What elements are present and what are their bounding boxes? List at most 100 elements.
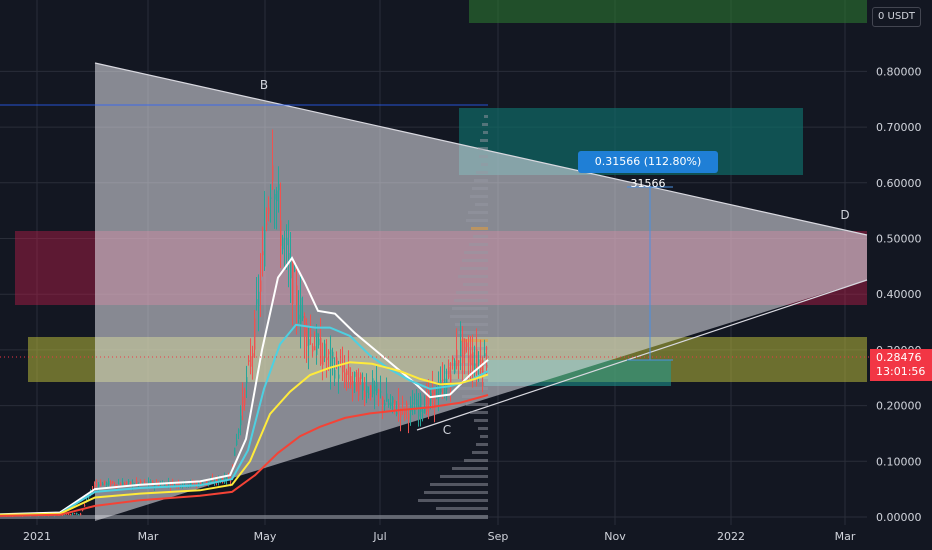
- candle-body: [84, 505, 86, 507]
- candle-body: [454, 360, 456, 373]
- candle-body: [486, 365, 488, 368]
- y-tick-label: 0.80000: [876, 65, 922, 78]
- volume-profile-bar: [484, 115, 488, 118]
- last-price: 0.28476: [876, 351, 922, 364]
- price-axis[interactable]: 0.000000.100000.200000.300000.400000.500…: [876, 65, 922, 524]
- currency-badge[interactable]: 0 USDT: [872, 7, 922, 27]
- volume-profile-bar: [483, 131, 488, 134]
- candle-body: [346, 370, 348, 375]
- candle-body: [128, 480, 130, 482]
- volume-profile-bar: [475, 203, 488, 206]
- candle-body: [122, 482, 124, 486]
- candle-body: [440, 380, 442, 393]
- candle-body: [292, 262, 294, 304]
- candle-body: [462, 337, 464, 364]
- candle-body: [98, 484, 100, 487]
- volume-profile-bar: [462, 259, 488, 262]
- candle-body: [250, 356, 252, 367]
- price-chart[interactable]: B C D 0.000000.100000.200000.300000.4000…: [0, 0, 932, 550]
- candle-body: [102, 483, 104, 486]
- volume-profile-bar: [473, 235, 488, 238]
- candle-body: [258, 291, 260, 306]
- candle-body: [352, 381, 354, 384]
- currency-label: USDT: [887, 11, 916, 22]
- candle-body: [386, 393, 388, 402]
- candle-body: [334, 369, 336, 379]
- y-tick-label: 0.00000: [876, 511, 922, 524]
- candle-body: [280, 220, 282, 246]
- candle-body: [130, 481, 132, 485]
- candle-body: [106, 482, 108, 486]
- x-tick-label: 2022: [717, 530, 745, 543]
- volume-profile-bar: [470, 195, 488, 198]
- candle-body: [330, 349, 332, 368]
- measure-badge: 0.31566 (112.80%) 31566: [578, 151, 718, 190]
- candle-body: [240, 415, 242, 426]
- x-tick-label: Mar: [138, 530, 159, 543]
- candle-body: [404, 410, 406, 415]
- volume-profile-bar: [469, 243, 488, 246]
- candle-body: [276, 190, 278, 202]
- candle-body: [372, 378, 374, 395]
- candle-body: [238, 429, 240, 433]
- candle-body: [112, 481, 114, 484]
- candle-body: [348, 366, 350, 380]
- candle-body: [416, 399, 418, 409]
- candle-body: [326, 357, 328, 361]
- candle-body: [470, 353, 472, 365]
- x-tick-label: Jul: [372, 530, 386, 543]
- candle-body: [72, 513, 74, 515]
- volume-profile-bar: [440, 475, 488, 478]
- candle-body: [320, 337, 322, 365]
- candle-body: [430, 392, 432, 400]
- candle-body: [266, 223, 268, 225]
- point-label-c: C: [443, 423, 451, 437]
- candle-body: [354, 372, 356, 377]
- candle-body: [114, 483, 116, 486]
- candle-body: [466, 342, 468, 347]
- candle-body: [100, 482, 102, 486]
- volume-profile-bar: [424, 491, 488, 494]
- candle-body: [356, 372, 358, 392]
- volume-profile-bar: [452, 307, 488, 310]
- candle-body: [274, 194, 276, 200]
- volume-profile-bar: [454, 299, 488, 302]
- candle-body: [104, 480, 106, 484]
- candle-body: [472, 352, 474, 370]
- candle-body: [316, 332, 318, 355]
- candle-body: [110, 481, 112, 486]
- candle-body: [484, 353, 486, 357]
- candle-body: [96, 483, 98, 485]
- volume-profile-bar: [456, 291, 488, 294]
- volume-profile-bar: [480, 435, 488, 438]
- x-tick-label: Mar: [835, 530, 856, 543]
- candle-body: [234, 447, 236, 456]
- candle-body: [476, 349, 478, 370]
- candle-body: [406, 402, 408, 408]
- candle-body: [262, 251, 264, 256]
- x-tick-label: Nov: [604, 530, 626, 543]
- candle-body: [396, 412, 398, 415]
- candle-body: [236, 440, 238, 445]
- candle-body: [68, 513, 70, 515]
- candle-body: [136, 481, 138, 483]
- candle-body: [378, 389, 380, 391]
- candle-body: [390, 402, 392, 407]
- volume-profile-bar: [466, 403, 488, 406]
- candle-body: [358, 377, 360, 396]
- candle-body: [418, 405, 420, 417]
- candle-body: [286, 237, 288, 246]
- candle-body: [384, 403, 386, 406]
- time-axis[interactable]: 2021 Mar May Jul Sep Nov 2022 Mar: [23, 530, 856, 543]
- volume-profile-bar: [464, 459, 488, 462]
- candle-body: [278, 184, 280, 191]
- candle-body: [254, 318, 256, 350]
- candle-body: [156, 481, 158, 483]
- volume-profile-bar: [478, 427, 488, 430]
- candle-body: [74, 513, 76, 515]
- candle-body: [456, 349, 458, 367]
- volume-profile-bar: [482, 123, 488, 126]
- x-tick-label: Sep: [488, 530, 509, 543]
- candle-body: [260, 280, 262, 292]
- candle-body: [288, 253, 290, 262]
